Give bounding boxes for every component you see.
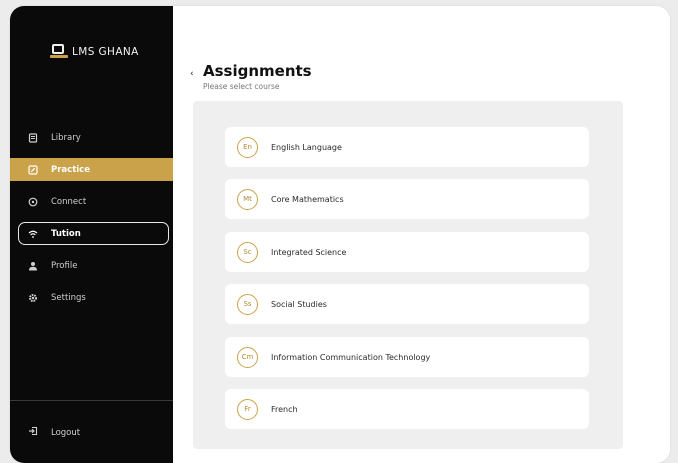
sidebar-item-label: Tution <box>51 228 81 239</box>
sidebar-item-connect[interactable]: Connect <box>10 190 173 213</box>
sidebar-item-label: Settings <box>51 292 86 303</box>
brand-name: LMS GHANA <box>72 46 139 58</box>
course-name: English Language <box>271 142 342 152</box>
back-button[interactable]: ‹ <box>190 69 194 79</box>
sidebar-item-settings[interactable]: Settings <box>10 286 173 309</box>
sidebar-divider <box>10 400 173 401</box>
course-item-science[interactable]: Sc Integrated Science <box>225 232 589 272</box>
wifi-icon <box>28 229 38 239</box>
sidebar-item-tution[interactable]: Tution <box>18 222 169 245</box>
book-icon <box>28 132 38 143</box>
user-icon <box>28 261 38 271</box>
course-badge: Fr <box>237 398 258 420</box>
sidebar-item-profile[interactable]: Profile <box>10 254 173 277</box>
app-window: LMS GHANA Library Practice Connect Tutio… <box>10 6 670 463</box>
course-item-french[interactable]: Fr French <box>225 389 589 429</box>
page-title: Assignments <box>203 62 312 80</box>
course-list: En English Language Mt Core Mathematics … <box>193 101 623 449</box>
sidebar-item-label: Library <box>51 132 81 143</box>
sidebar-item-library[interactable]: Library <box>10 126 173 149</box>
edit-icon <box>28 164 38 175</box>
main-content: ‹ Assignments Please select course En En… <box>173 6 670 463</box>
logout-button[interactable]: Logout <box>28 426 80 439</box>
page-subtitle: Please select course <box>203 82 280 91</box>
course-name: Integrated Science <box>271 247 347 257</box>
course-name: Social Studies <box>271 299 327 309</box>
sidebar-item-practice[interactable]: Practice <box>10 158 173 181</box>
course-badge: Cm <box>237 346 258 368</box>
brand-logo[interactable]: LMS GHANA <box>50 44 139 60</box>
course-badge: En <box>237 136 258 158</box>
course-item-english[interactable]: En English Language <box>225 127 589 167</box>
course-name: French <box>271 404 298 414</box>
course-item-mathematics[interactable]: Mt Core Mathematics <box>225 179 589 219</box>
course-item-social-studies[interactable]: Ss Social Studies <box>225 284 589 324</box>
sidebar-item-label: Connect <box>51 196 87 207</box>
logout-icon <box>28 426 38 439</box>
course-item-ict[interactable]: Cm Information Communication Technology <box>225 337 589 377</box>
logout-label: Logout <box>51 427 81 438</box>
course-badge: Mt <box>237 188 258 210</box>
monitor-icon <box>50 44 68 60</box>
course-badge: Ss <box>237 293 258 315</box>
connect-icon <box>28 197 38 207</box>
sidebar-item-label: Profile <box>51 260 78 271</box>
course-name: Core Mathematics <box>271 194 344 204</box>
gear-icon <box>28 293 38 303</box>
course-name: Information Communication Technology <box>271 352 431 362</box>
sidebar: LMS GHANA Library Practice Connect Tutio… <box>10 6 173 463</box>
course-badge: Sc <box>237 241 258 263</box>
sidebar-item-label: Practice <box>51 164 90 175</box>
sidebar-nav: Library Practice Connect Tution Profile … <box>10 126 173 318</box>
